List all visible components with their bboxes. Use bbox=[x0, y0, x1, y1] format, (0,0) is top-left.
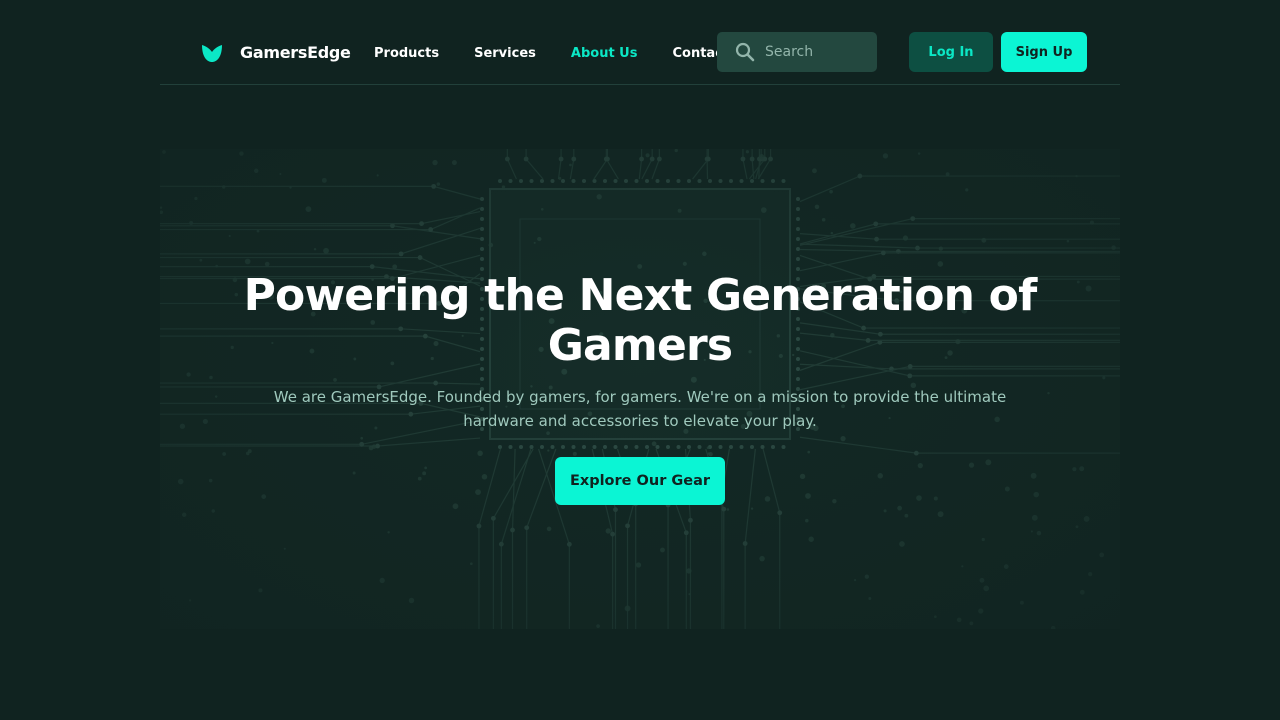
leaf-logo-icon bbox=[202, 45, 222, 62]
nav-item-about-us[interactable]: About Us bbox=[571, 46, 638, 61]
hero-subtitle: We are GamersEdge. Founded by gamers, fo… bbox=[273, 388, 1007, 430]
search-icon bbox=[735, 42, 755, 62]
brand-name: GamersEdge bbox=[240, 42, 351, 62]
hero-title: Powering the Next Generation of Gamers bbox=[243, 270, 1038, 371]
page: GamersEdge Products Services About Us Co… bbox=[0, 0, 1280, 720]
explore-gear-button[interactable]: Explore Our Gear bbox=[555, 457, 725, 505]
search-box[interactable] bbox=[717, 32, 877, 72]
log-in-button[interactable]: Log In bbox=[909, 32, 993, 72]
brand[interactable]: GamersEdge bbox=[200, 40, 351, 64]
nav-item-services[interactable]: Services bbox=[474, 46, 536, 61]
sign-up-button[interactable]: Sign Up bbox=[1001, 32, 1087, 72]
nav-item-products[interactable]: Products bbox=[374, 46, 439, 61]
main-nav: Products Services About Us Contact bbox=[374, 43, 764, 63]
site-header: GamersEdge Products Services About Us Co… bbox=[160, 0, 1120, 85]
hero-section: Powering the Next Generation of Gamers W… bbox=[160, 149, 1120, 629]
search-input[interactable] bbox=[765, 44, 865, 60]
